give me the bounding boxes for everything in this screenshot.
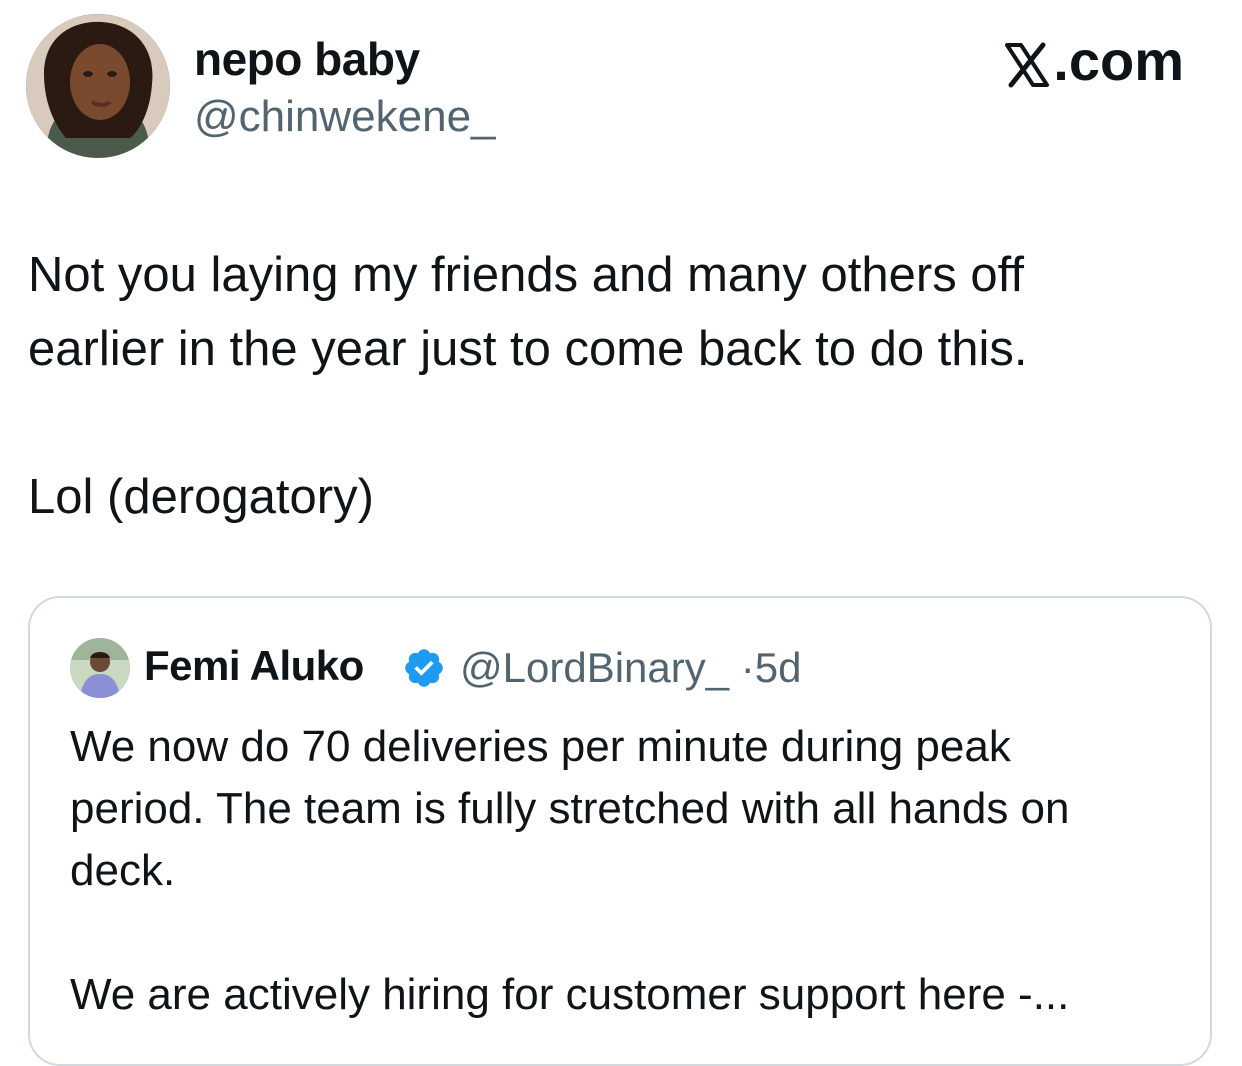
- quoted-tweet-time[interactable]: 5d: [755, 644, 802, 691]
- brand-watermark: .com: [1003, 28, 1184, 93]
- tweet-text-line: Not you laying my friends and many other…: [28, 248, 1024, 302]
- quoted-tweet-body: We now do 70 deliveries per minute durin…: [70, 716, 1190, 1026]
- tweet-text-line: earlier in the year just to come back to…: [28, 322, 1028, 376]
- tweet-text-line: Lol (derogatory): [28, 470, 374, 524]
- quoted-author-meta: @LordBinary_ ·5d: [460, 644, 802, 692]
- x-logo-icon: [1003, 37, 1051, 87]
- quoted-text-line: deck.: [70, 846, 176, 895]
- quoted-author-avatar[interactable]: [70, 638, 130, 698]
- quoted-author-avatar-image: [70, 638, 130, 698]
- brand-label: .com: [1053, 29, 1184, 92]
- tweet-body: Not you laying my friends and many other…: [28, 238, 1218, 534]
- quoted-text-line: We are actively hiring for customer supp…: [70, 970, 1070, 1019]
- quoted-tweet[interactable]: Femi Aluko @LordBinary_ ·5d We now do 70…: [28, 596, 1212, 1066]
- author-avatar-image: [26, 14, 170, 158]
- quoted-author-handle[interactable]: @LordBinary_: [460, 644, 729, 691]
- verified-badge-icon: [405, 649, 443, 687]
- author-handle[interactable]: @chinwekene_: [194, 92, 496, 142]
- quoted-author-display-name[interactable]: Femi Aluko: [144, 642, 364, 690]
- meta-separator: ·: [740, 644, 755, 691]
- quoted-text-line: period. The team is fully stretched with…: [70, 784, 1070, 833]
- quoted-text-line: We now do 70 deliveries per minute durin…: [70, 722, 1011, 771]
- author-avatar[interactable]: [26, 14, 170, 158]
- author-display-name[interactable]: nepo baby: [194, 32, 420, 86]
